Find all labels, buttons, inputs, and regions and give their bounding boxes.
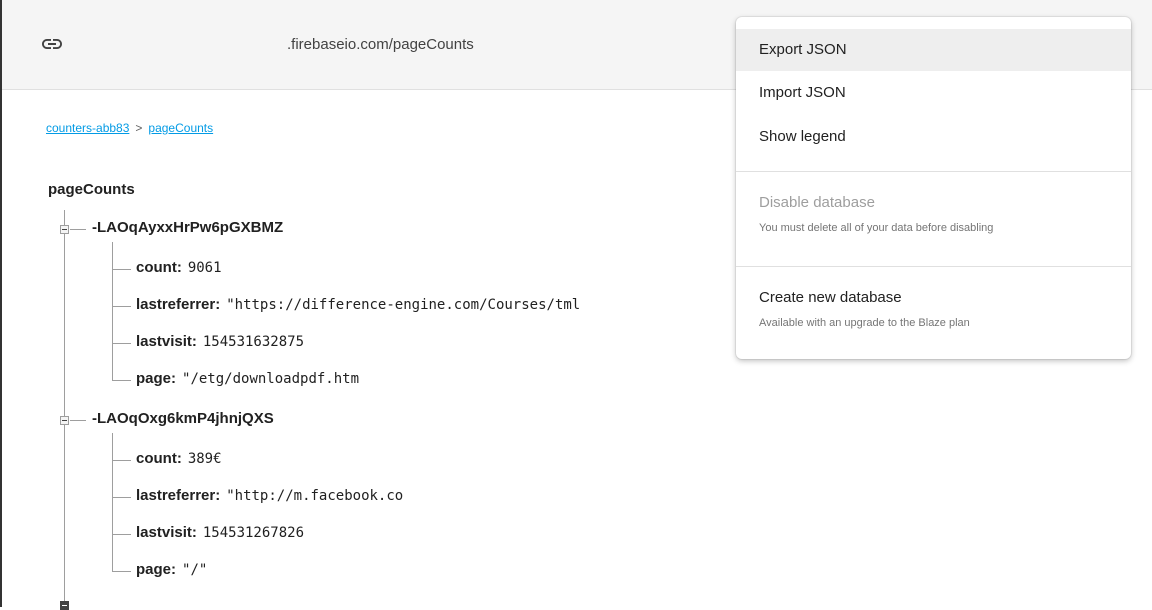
breadcrumb-separator: > (135, 121, 143, 135)
tree-root-key[interactable]: pageCounts (48, 181, 135, 198)
tree-connector (112, 306, 131, 307)
menu-item-show-legend[interactable]: Show legend (736, 116, 1131, 158)
menu-item-note: You must delete all of your data before … (759, 222, 994, 234)
field-key: lastreferrer: (136, 296, 221, 313)
tree-branch-line (112, 433, 113, 571)
tree-connector (112, 497, 131, 498)
field-value: "http://m.facebook.co (226, 488, 404, 504)
field-key: lastreferrer: (136, 487, 221, 504)
tree-leaf-lastreferrer[interactable]: lastreferrer: "http://m.facebook.co (136, 487, 403, 504)
tree-connector (112, 534, 131, 535)
tree-connector (70, 229, 86, 230)
field-key: lastvisit: (136, 524, 197, 541)
breadcrumb-current-link[interactable]: pageCounts (148, 121, 213, 135)
tree-leaf-page[interactable]: page: "/" (136, 561, 207, 578)
field-value: "/" (182, 562, 208, 578)
link-icon[interactable] (40, 32, 64, 56)
field-key: lastvisit: (136, 333, 197, 350)
tree-node-key[interactable]: -LAOqAyxxHrPw6pGXBMZ (92, 219, 283, 236)
collapse-toggle-icon[interactable] (60, 225, 69, 234)
field-key: count: (136, 450, 182, 467)
field-value: 154531632875 (202, 334, 305, 350)
breadcrumb: counters-abb83 > pageCounts (46, 121, 213, 135)
tree-leaf-page[interactable]: page: "/etg/downloadpdf.htm (136, 370, 359, 387)
tree-trunk-line (64, 210, 65, 607)
breadcrumb-root-link[interactable]: counters-abb83 (46, 121, 129, 135)
field-value: 9061 (187, 260, 222, 276)
menu-item-label: Show legend (759, 128, 846, 145)
menu-divider (736, 266, 1131, 267)
tree-branch-line (112, 242, 113, 380)
collapse-toggle-icon[interactable] (60, 416, 69, 425)
menu-item-create-database[interactable]: Create new database Available with an up… (736, 277, 1131, 349)
tree-leaf-lastreferrer[interactable]: lastreferrer: "https://difference-engine.… (136, 296, 580, 313)
field-value: "https://difference-engine.com/Courses/t… (226, 297, 581, 313)
tree-connector (112, 380, 131, 381)
menu-item-label: Import JSON (759, 84, 846, 101)
overflow-menu: Export JSON Import JSON Show legend Disa… (736, 17, 1131, 359)
tree-connector (112, 343, 131, 344)
field-key: count: (136, 259, 182, 276)
tree-connector (112, 269, 131, 270)
field-value: 389€ (187, 451, 222, 467)
menu-item-label: Disable database (759, 194, 875, 211)
tree-connector (112, 460, 131, 461)
field-value: "/etg/downloadpdf.htm (182, 371, 360, 387)
tree-connector (70, 420, 86, 421)
window-frame: .firebaseio.com/pageCounts counters-abb8… (0, 0, 1152, 610)
field-key: page: (136, 561, 177, 578)
field-key: page: (136, 370, 177, 387)
tree-leaf-lastvisit[interactable]: lastvisit: 154531267826 (136, 524, 304, 541)
menu-item-label: Export JSON (759, 41, 847, 58)
database-url: .firebaseio.com/pageCounts (287, 36, 474, 53)
menu-item-disable-database: Disable database You must delete all of … (736, 182, 1131, 252)
menu-item-label: Create new database (759, 289, 902, 306)
menu-item-import-json[interactable]: Import JSON (736, 73, 1131, 115)
field-value: 154531267826 (202, 525, 305, 541)
menu-divider (736, 171, 1131, 172)
tree-leaf-lastvisit[interactable]: lastvisit: 154531632875 (136, 333, 304, 350)
tree-leaf-count[interactable]: count: 389€ (136, 450, 222, 467)
collapse-toggle-icon[interactable] (60, 601, 69, 610)
tree-leaf-count[interactable]: count: 9061 (136, 259, 222, 276)
menu-item-note: Available with an upgrade to the Blaze p… (759, 317, 970, 329)
menu-item-export-json[interactable]: Export JSON (736, 29, 1131, 71)
tree-node-key[interactable]: -LAOqOxg6kmP4jhnjQXS (92, 410, 274, 427)
tree-connector (112, 571, 131, 572)
